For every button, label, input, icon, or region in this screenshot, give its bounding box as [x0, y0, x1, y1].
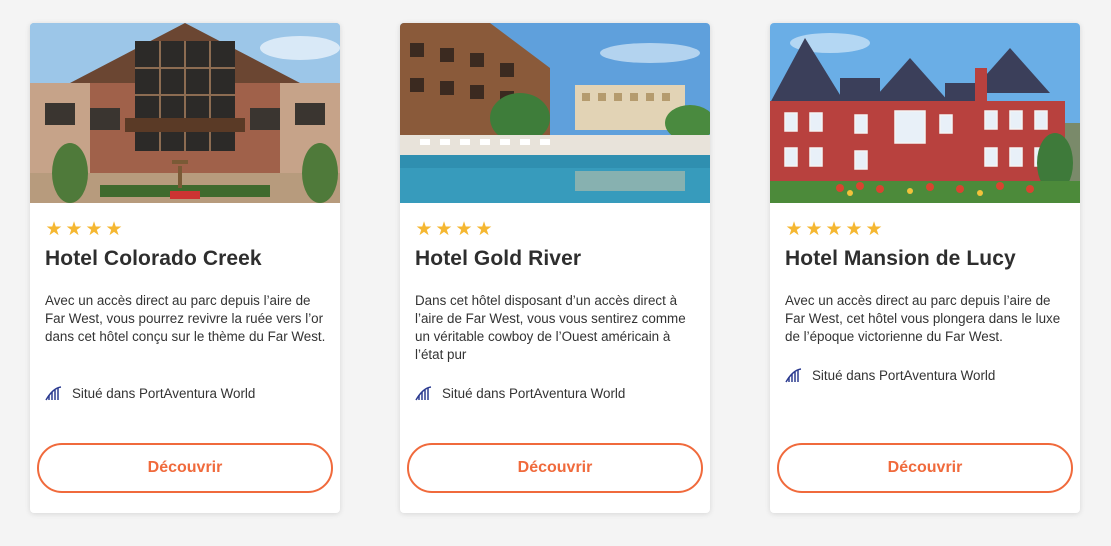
- star-icon: ★: [865, 219, 883, 240]
- hotel-card-colorado-creek: ★ ★ ★ ★ Hotel Colorado Creek Avec un acc…: [30, 23, 340, 513]
- hotel-location: Situé dans PortAventura World: [45, 383, 255, 403]
- hotel-description: Avec un accès direct au parc depuis l’ai…: [45, 293, 326, 344]
- star-icon: ★: [85, 219, 103, 240]
- star-rating: ★ ★ ★ ★: [415, 220, 493, 240]
- hotel-location: Situé dans PortAventura World: [415, 383, 625, 403]
- star-icon: ★: [435, 219, 453, 240]
- park-ride-icon: [415, 385, 432, 400]
- hotel-location: Situé dans PortAventura World: [785, 365, 995, 385]
- hotel-description: Avec un accès direct au parc depuis l’ai…: [785, 293, 1061, 344]
- location-label: Situé dans PortAventura World: [72, 385, 256, 401]
- discover-button[interactable]: Découvrir: [407, 443, 703, 493]
- hotel-photo[interactable]: [770, 23, 1080, 203]
- star-icon: ★: [785, 219, 803, 240]
- hotel-name: Hotel Mansion de Lucy: [785, 247, 1016, 270]
- star-icon: ★: [105, 219, 123, 240]
- discover-button[interactable]: Découvrir: [777, 443, 1073, 493]
- star-icon: ★: [455, 219, 473, 240]
- hotel-photo[interactable]: [400, 23, 710, 203]
- star-rating: ★ ★ ★ ★: [45, 220, 123, 240]
- star-rating: ★ ★ ★ ★ ★: [785, 220, 883, 240]
- hotel-description: Dans cet hôtel disposant d’un accès dire…: [415, 293, 686, 362]
- star-icon: ★: [65, 219, 83, 240]
- location-label: Situé dans PortAventura World: [812, 367, 996, 383]
- star-icon: ★: [825, 219, 843, 240]
- star-icon: ★: [45, 219, 63, 240]
- star-icon: ★: [805, 219, 823, 240]
- hotel-name: Hotel Colorado Creek: [45, 247, 262, 270]
- location-label: Situé dans PortAventura World: [442, 385, 626, 401]
- hotel-name: Hotel Gold River: [415, 247, 582, 270]
- star-icon: ★: [845, 219, 863, 240]
- park-ride-icon: [45, 385, 62, 400]
- star-icon: ★: [475, 219, 493, 240]
- discover-button[interactable]: Découvrir: [37, 443, 333, 493]
- hotel-photo[interactable]: [30, 23, 340, 203]
- star-icon: ★: [415, 219, 433, 240]
- hotel-card-mansion-de-lucy: ★ ★ ★ ★ ★ Hotel Mansion de Lucy Avec un …: [770, 23, 1080, 513]
- park-ride-icon: [785, 367, 802, 382]
- hotel-card-gold-river: ★ ★ ★ ★ Hotel Gold River Dans cet hôtel …: [400, 23, 710, 513]
